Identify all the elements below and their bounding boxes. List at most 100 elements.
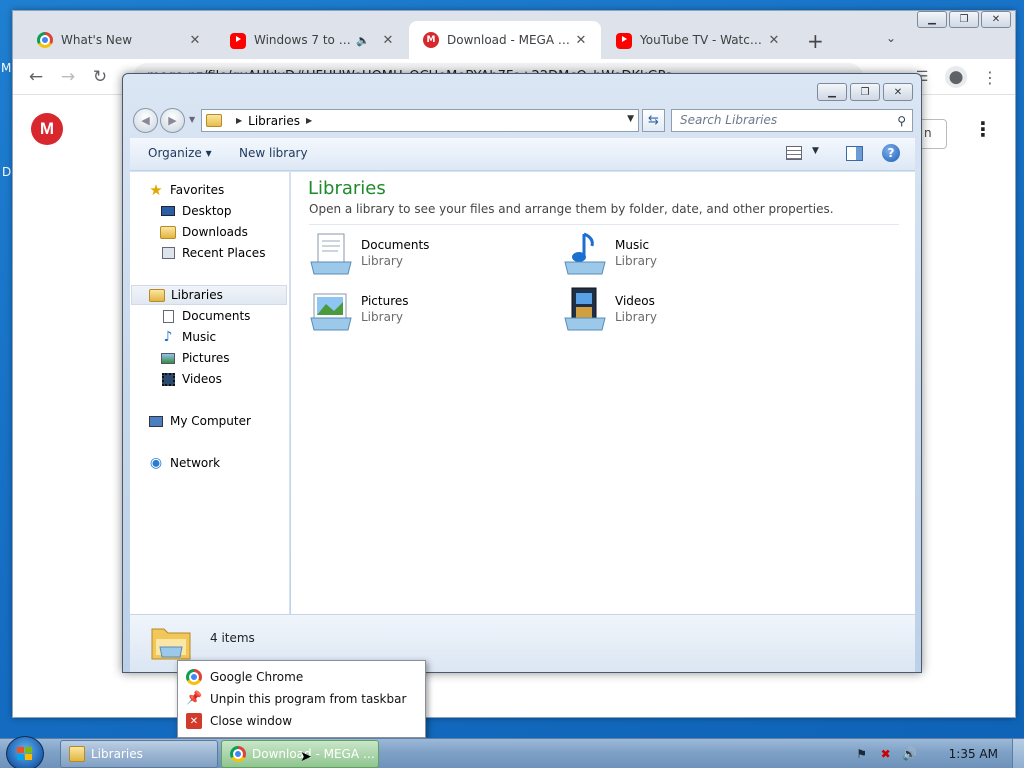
library-music[interactable]: Music Library — [562, 230, 782, 280]
nav-label: My Computer — [170, 414, 251, 428]
nav-label: Music — [182, 330, 217, 344]
volume-icon[interactable]: 🔊 — [901, 746, 919, 762]
maximize-icon[interactable]: ❐ — [850, 83, 880, 101]
show-desktop-button[interactable] — [1012, 739, 1024, 768]
nav-item-libraries[interactable]: Libraries — [131, 285, 287, 305]
videos-library-icon — [564, 287, 606, 331]
nav-item-music[interactable]: ♪ Music — [160, 327, 217, 347]
tab-whats-new[interactable]: What's New ✕ — [23, 21, 215, 59]
preview-pane-icon[interactable] — [846, 146, 863, 161]
libraries-icon — [149, 287, 165, 303]
tab-label: YouTube TV - Watch & I — [640, 33, 766, 47]
recent-pages-dropdown-icon[interactable]: ▼ — [189, 115, 195, 124]
minimize-icon[interactable]: ▁ — [917, 11, 947, 28]
jumplist-label: Close window — [210, 714, 293, 728]
network-disconnected-icon[interactable]: ✖ — [877, 746, 895, 762]
libraries-icon — [69, 746, 85, 762]
star-icon: ★ — [149, 181, 163, 199]
tab-search-icon[interactable]: ⌄ — [886, 31, 896, 45]
chrome-menu-icon[interactable]: ⋮ — [977, 64, 1003, 90]
nav-label: Libraries — [171, 288, 223, 302]
explorer-window: ▁ ❐ ✕ ◀ ▶ ▼ ▶ Libraries ▶ ▼ ⇆ Search Lib… — [122, 73, 922, 673]
close-icon[interactable]: ✕ — [981, 11, 1011, 28]
mega-menu-icon[interactable]: ⋮ — [973, 117, 993, 141]
nav-item-pictures[interactable]: Pictures — [160, 348, 230, 368]
clock[interactable]: 1:35 AM — [949, 747, 998, 761]
jumplist-google-chrome[interactable]: Google Chrome — [186, 667, 303, 687]
desktop-icon-label[interactable]: M — [1, 61, 11, 75]
maximize-icon[interactable]: ❐ — [949, 11, 979, 28]
breadcrumb[interactable]: Libraries — [248, 114, 300, 128]
taskbar-button-label: Libraries — [91, 747, 143, 761]
new-library-button[interactable]: New library — [239, 146, 308, 160]
mega-logo[interactable]: M — [31, 113, 63, 145]
mouse-cursor-icon: ➤ — [300, 749, 312, 765]
videos-icon — [160, 371, 176, 387]
search-icon[interactable]: ⚲ — [897, 111, 906, 132]
nav-item-desktop[interactable]: Desktop — [160, 201, 232, 221]
taskbar-button-label: Download - MEGA 2... — [252, 747, 378, 761]
close-tab-icon[interactable]: ✕ — [187, 33, 203, 48]
back-arrow-icon[interactable]: ← — [23, 64, 49, 90]
nav-label: Network — [170, 456, 221, 470]
search-placeholder: Search Libraries — [680, 113, 778, 127]
back-button[interactable]: ◀ — [133, 108, 158, 133]
reload-icon[interactable]: ↻ — [87, 64, 113, 90]
speaker-icon[interactable]: 🔈 — [356, 34, 370, 47]
tab-label: What's New — [61, 33, 133, 47]
close-tab-icon[interactable]: ✕ — [766, 33, 782, 48]
youtube-icon — [616, 33, 632, 49]
close-tab-icon[interactable]: ✕ — [380, 33, 396, 48]
search-input[interactable]: Search Libraries ⚲ — [671, 109, 913, 132]
desktop-icon-label[interactable]: D — [2, 165, 11, 179]
action-center-icon[interactable]: ⚑ — [853, 746, 871, 762]
new-tab-button[interactable]: + — [807, 29, 824, 53]
change-view-icon[interactable] — [786, 146, 802, 160]
tab-download-mega[interactable]: M Download - MEGA 2% ✕ — [409, 21, 601, 59]
nav-item-videos[interactable]: Videos — [160, 369, 222, 389]
start-button[interactable] — [6, 736, 44, 768]
close-tab-icon[interactable]: ✕ — [573, 33, 589, 48]
breadcrumb-separator-icon[interactable]: ▶ — [236, 116, 242, 125]
refresh-button[interactable]: ⇆ — [642, 109, 665, 132]
nav-item-network[interactable]: ◉ Network — [148, 453, 220, 473]
nav-label: Documents — [182, 309, 251, 323]
libraries-folder-icon — [206, 114, 222, 127]
jumplist-unpin[interactable]: 📌 Unpin this program from taskbar — [186, 689, 406, 709]
library-type: Library — [615, 254, 657, 268]
taskbar-button-libraries[interactable]: Libraries — [60, 740, 218, 768]
nav-label: Recent Places — [182, 246, 266, 260]
profile-avatar-icon[interactable]: ● — [945, 66, 967, 88]
tab-windows7-to-vista[interactable]: Windows 7 to Vista 🔈 ✕ — [216, 21, 408, 59]
library-pictures[interactable]: Pictures Library — [308, 286, 528, 336]
back-forward-buttons: ◀ ▶ — [133, 108, 191, 134]
library-videos[interactable]: Videos Library — [562, 286, 782, 336]
breadcrumb-separator-icon[interactable]: ▶ — [306, 116, 312, 125]
forward-button[interactable]: ▶ — [160, 108, 185, 133]
close-icon[interactable]: ✕ — [883, 83, 913, 101]
pictures-library-icon — [310, 293, 352, 331]
chrome-tabstrip: What's New ✕ Windows 7 to Vista 🔈 ✕ M Do… — [13, 11, 1015, 59]
tab-youtube-tv[interactable]: YouTube TV - Watch & I ✕ — [602, 21, 794, 59]
forward-arrow-icon[interactable]: → — [55, 64, 81, 90]
divider — [309, 224, 899, 225]
library-type: Library — [615, 310, 657, 324]
organize-button[interactable]: Organize ▾ — [148, 146, 212, 160]
nav-item-downloads[interactable]: Downloads — [160, 222, 248, 242]
library-name: Videos — [615, 294, 655, 308]
documents-library-icon — [310, 233, 352, 275]
view-options-dropdown-icon[interactable]: ▼ — [812, 146, 819, 156]
nav-item-recent-places[interactable]: Recent Places — [160, 243, 265, 263]
library-documents[interactable]: Documents Library — [308, 230, 528, 280]
address-dropdown-icon[interactable]: ▼ — [627, 114, 634, 124]
page-subtitle: Open a library to see your files and arr… — [309, 202, 834, 216]
jumplist-close-window[interactable]: ✕ Close window — [186, 711, 292, 731]
nav-item-documents[interactable]: Documents — [160, 306, 250, 326]
minimize-icon[interactable]: ▁ — [817, 83, 847, 101]
address-bar[interactable]: ▶ Libraries ▶ ▼ — [201, 109, 639, 132]
help-icon[interactable]: ? — [882, 144, 900, 162]
nav-item-favorites[interactable]: ★ Favorites — [148, 180, 224, 200]
jumplist-label: Unpin this program from taskbar — [210, 692, 407, 706]
nav-item-my-computer[interactable]: My Computer — [148, 411, 251, 431]
nav-label: Favorites — [170, 183, 225, 197]
